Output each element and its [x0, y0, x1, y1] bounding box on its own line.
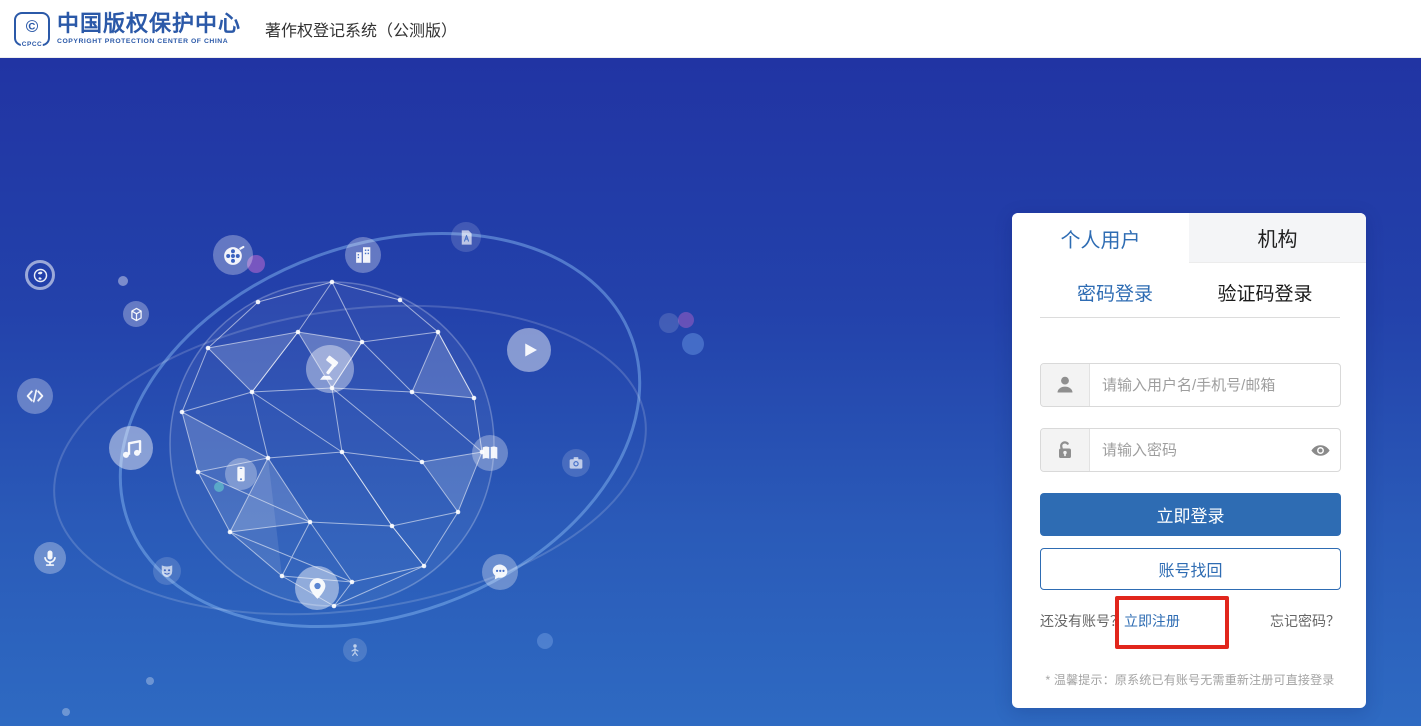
account-recovery-button[interactable]: 账号找回: [1040, 548, 1341, 590]
copyright-badge-icon: © CPCC: [14, 12, 50, 46]
brand-name-en: COPYRIGHT PROTECTION CENTER OF CHINA: [57, 38, 241, 45]
mask-icon: [153, 557, 181, 585]
tab-individual-user[interactable]: 个人用户: [1012, 213, 1189, 263]
film-reel-icon: [213, 235, 253, 275]
app-header: © CPCC 中国版权保护中心 COPYRIGHT PROTECTION CEN…: [0, 0, 1421, 58]
user-icon: [1041, 364, 1090, 406]
play-icon: [507, 328, 551, 372]
no-account-text: 还没有账号？: [1040, 611, 1124, 631]
login-mode-tabs: 密码登录 验证码登录: [1040, 279, 1340, 306]
password-input[interactable]: [1090, 429, 1300, 471]
cpcc-acronym: CPCC: [21, 41, 43, 48]
code-icon: [17, 378, 53, 414]
document-icon: [451, 222, 481, 252]
person-icon: [343, 638, 367, 662]
system-title: 著作权登记系统（公测版）: [265, 17, 457, 41]
chat-icon: [482, 554, 518, 590]
gavel-icon: [306, 345, 354, 393]
login-button[interactable]: 立即登录: [1040, 493, 1341, 536]
lock-icon: [1041, 429, 1090, 471]
brand-name-zh: 中国版权保护中心: [57, 12, 241, 35]
show-password-toggle[interactable]: [1300, 429, 1340, 471]
username-field: [1040, 363, 1341, 407]
forgot-password-link[interactable]: 忘记密码？: [1270, 611, 1340, 631]
book-icon: [472, 435, 508, 471]
mode-divider: [1040, 317, 1340, 318]
music-icon: [109, 426, 153, 470]
microphone-icon: [34, 542, 66, 574]
username-input[interactable]: [1090, 364, 1340, 406]
password-field: [1040, 428, 1341, 472]
user-type-tabs: 个人用户 机构: [1012, 213, 1366, 263]
cube-icon: [123, 301, 149, 327]
cpcc-logo: © CPCC 中国版权保护中心 COPYRIGHT PROTECTION CEN…: [14, 12, 241, 46]
copyright-symbol: ©: [26, 18, 39, 35]
smartphone-icon: [225, 458, 257, 490]
camera-icon: [562, 449, 590, 477]
globe-icon: [25, 260, 55, 290]
location-pin-icon: [295, 566, 339, 610]
building-icon: [345, 237, 381, 273]
mode-captcha-login[interactable]: 验证码登录: [1190, 279, 1340, 306]
register-highlight-annotation: [1115, 596, 1229, 649]
copyright-registration-login-page: © CPCC 中国版权保护中心 COPYRIGHT PROTECTION CEN…: [0, 0, 1421, 726]
brand-text: 中国版权保护中心 COPYRIGHT PROTECTION CENTER OF …: [57, 12, 241, 44]
mode-password-login[interactable]: 密码登录: [1040, 279, 1190, 306]
tab-organization[interactable]: 机构: [1189, 213, 1366, 263]
hint-text: * 温馨提示：原系统已有账号无需重新注册可直接登录: [1032, 671, 1348, 688]
